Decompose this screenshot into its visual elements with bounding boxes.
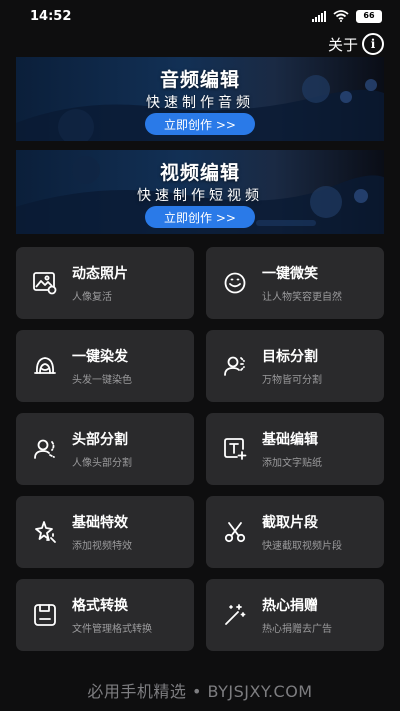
card-head-segment[interactable]: 头部分割 人像头部分割	[16, 413, 194, 485]
banner-subtitle: 快速制作短视频	[137, 188, 263, 204]
card-subtitle: 快速截取视频片段	[262, 541, 342, 552]
card-subtitle: 热心捐赠去广告	[262, 624, 332, 635]
card-subtitle: 文件管理格式转换	[72, 624, 152, 635]
video-edit-banner[interactable]: 视频编辑 快速制作短视频 立即创作 >>	[16, 150, 384, 234]
card-subtitle: 添加视频特效	[72, 541, 132, 552]
card-dynamic-photo[interactable]: 动态照片 人像复活	[16, 247, 194, 319]
card-title: 目标分割	[262, 349, 318, 365]
create-now-button[interactable]: 立即创作 >>	[145, 113, 255, 135]
card-title: 基础特效	[72, 515, 128, 531]
head-segment-icon	[32, 436, 58, 462]
magic-wand-icon	[222, 602, 248, 628]
card-basic-edit[interactable]: 基础编辑 添加文字贴纸	[206, 413, 384, 485]
card-title: 头部分割	[72, 432, 128, 448]
battery-level: 66	[363, 11, 375, 20]
card-subtitle: 人像复活	[72, 292, 112, 303]
card-subtitle: 万物皆可分割	[262, 375, 322, 386]
card-title: 格式转换	[72, 598, 128, 614]
card-title: 基础编辑	[262, 432, 318, 448]
card-title: 一键染发	[72, 349, 128, 365]
smile-icon	[222, 270, 248, 296]
info-circle-icon: i	[362, 33, 384, 55]
card-one-click-smile[interactable]: 一键微笑 让人物笑容更自然	[206, 247, 384, 319]
watermark-text: 必用手机精选 • BYJSJXY.COM	[87, 682, 313, 701]
wifi-icon	[333, 10, 349, 22]
photo-icon	[32, 270, 58, 296]
card-title: 截取片段	[262, 515, 318, 531]
card-hair-dye[interactable]: 一键染发 头发一键染色	[16, 330, 194, 402]
banner-title: 音频编辑	[159, 69, 240, 91]
battery-icon: 66	[356, 9, 382, 23]
card-subtitle: 添加文字贴纸	[262, 458, 322, 469]
card-clip-segment[interactable]: 截取片段 快速截取视频片段	[206, 496, 384, 568]
sparkle-icon	[32, 519, 58, 545]
card-donate[interactable]: 热心捐赠 热心捐赠去广告	[206, 579, 384, 651]
segment-icon	[222, 353, 248, 379]
audio-edit-banner[interactable]: 音频编辑 快速制作音频 立即创作 >>	[16, 57, 384, 141]
feature-grid: 动态照片 人像复活 一键微笑 让人物笑容更自然 一键染发 头发一键染色 目标分割…	[16, 247, 384, 651]
card-format-convert[interactable]: 格式转换 文件管理格式转换	[16, 579, 194, 651]
about-button[interactable]: 关于 i	[328, 33, 384, 55]
hair-icon	[32, 353, 58, 379]
about-label: 关于	[327, 35, 358, 54]
card-object-segment[interactable]: 目标分割 万物皆可分割	[206, 330, 384, 402]
signal-icon	[312, 10, 326, 22]
status-time: 14:52	[30, 8, 72, 24]
card-subtitle: 人像头部分割	[72, 458, 132, 469]
scissors-icon	[222, 519, 248, 545]
card-subtitle: 让人物笑容更自然	[262, 292, 342, 303]
banner-subtitle: 快速制作音频	[146, 95, 254, 111]
banner-title: 视频编辑	[159, 162, 240, 184]
text-add-icon	[222, 436, 248, 462]
card-subtitle: 头发一键染色	[72, 375, 132, 386]
card-basic-effects[interactable]: 基础特效 添加视频特效	[16, 496, 194, 568]
status-bar: 14:52 66	[0, 0, 400, 32]
card-title: 一键微笑	[262, 266, 318, 282]
card-title: 动态照片	[72, 266, 128, 282]
create-now-button[interactable]: 立即创作 >>	[145, 206, 255, 228]
save-icon	[32, 602, 58, 628]
card-title: 热心捐赠	[262, 598, 318, 614]
status-icons: 66	[312, 9, 382, 23]
